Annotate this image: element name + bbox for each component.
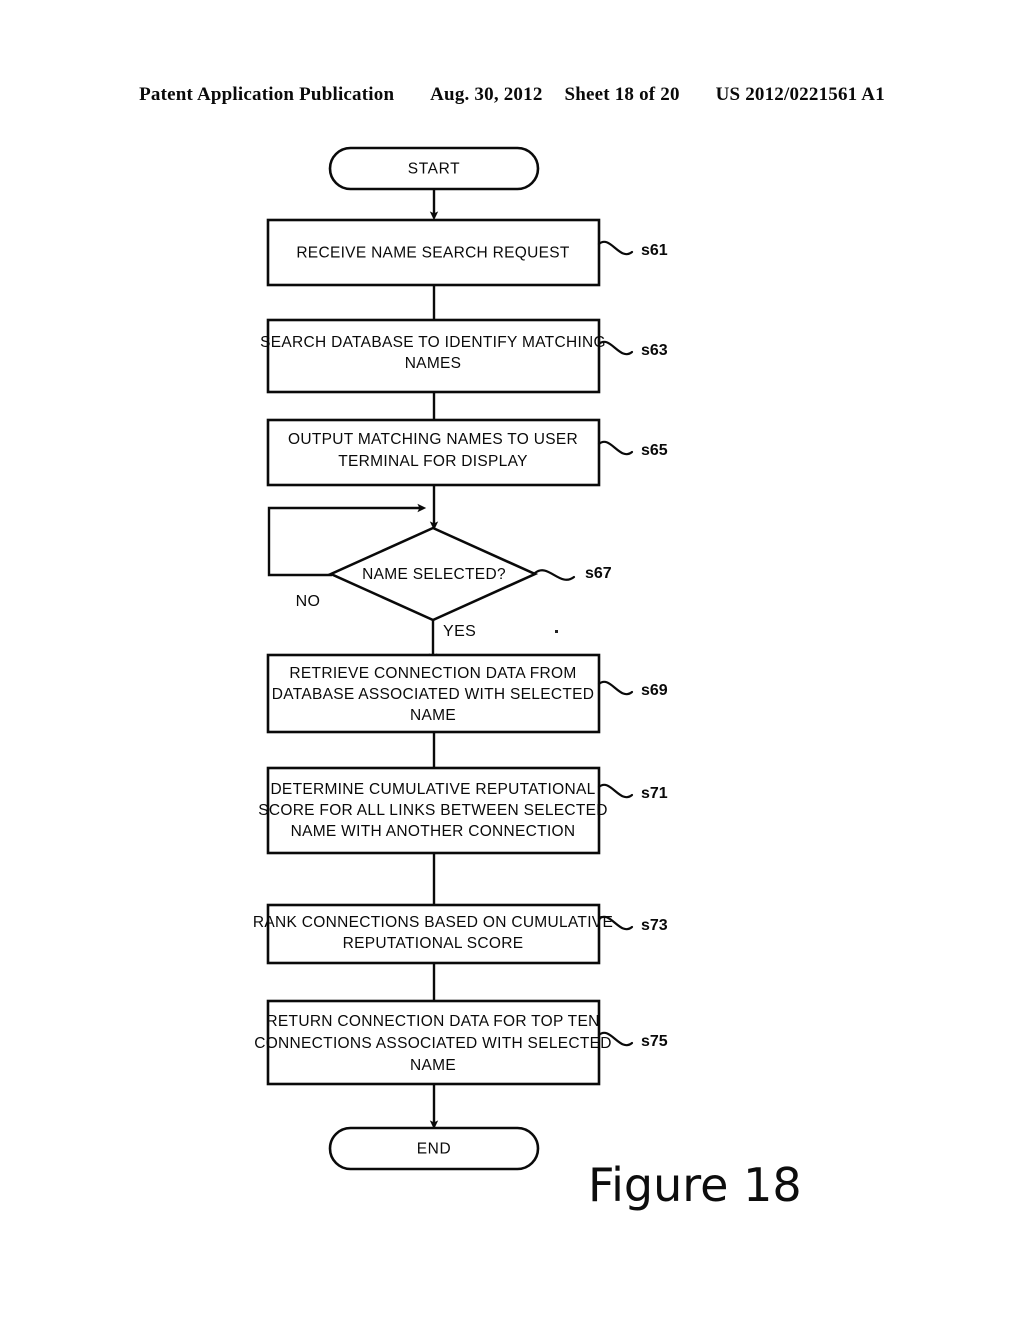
step-ref-s65: s65	[641, 442, 668, 459]
leader-s67	[533, 569, 576, 581]
flow-node-s65: OUTPUT MATCHING NAMES TO USER TERMINAL F…	[266, 418, 601, 487]
end-node-label: END	[417, 1141, 452, 1158]
branch-label-no: NO	[296, 593, 321, 610]
flow-node-s61: RECEIVE NAME SEARCH REQUEST	[266, 218, 601, 287]
flow-node-s63: SEARCH DATABASE TO IDENTIFY MATCHING NAM…	[260, 318, 606, 394]
step-ref-s73: s73	[641, 917, 668, 934]
flow-node-end: END	[328, 1126, 540, 1171]
scan-artifact-speck	[555, 630, 558, 633]
flow-node-s73: RANK CONNECTIONS BASED ON CUMULATIVE REP…	[253, 903, 613, 965]
branch-label-yes: YES	[443, 623, 476, 640]
s69-text-line-2: DATABASE ASSOCIATED WITH SELECTED	[272, 686, 595, 703]
s65-text-line-1: OUTPUT MATCHING NAMES TO USER	[288, 431, 578, 448]
flow-node-decision-s67: NAME SELECTED?	[327, 526, 539, 622]
decision-label: NAME SELECTED?	[362, 566, 506, 583]
figure-caption: Figure 18	[588, 1158, 802, 1212]
s69-text-line-1: RETRIEVE CONNECTION DATA FROM	[289, 665, 576, 682]
leader-s71	[597, 783, 634, 799]
leader-s61	[597, 240, 634, 256]
step-ref-s67: s67	[585, 565, 612, 582]
s75-text-line-3: NAME	[410, 1057, 456, 1074]
s73-text-line-2: REPUTATIONAL SCORE	[343, 935, 524, 952]
step-ref-s63: s63	[641, 342, 668, 359]
s71-text-line-3: NAME WITH ANOTHER CONNECTION	[291, 823, 576, 840]
s71-text-line-2: SCORE FOR ALL LINKS BETWEEN SELECTED	[258, 802, 608, 819]
s71-text-line-1: DETERMINE CUMULATIVE REPUTATIONAL	[270, 781, 595, 798]
flowchart-diagram: START RECEIVE NAME SEARCH REQUEST s61 SE…	[0, 0, 1024, 1320]
flow-node-s69: RETRIEVE CONNECTION DATA FROM DATABASE A…	[266, 653, 601, 734]
step-ref-s75: s75	[641, 1033, 668, 1050]
s73-text-line-1: RANK CONNECTIONS BASED ON CUMULATIVE	[253, 914, 613, 931]
flow-node-s71: DETERMINE CUMULATIVE REPUTATIONAL SCORE …	[258, 766, 608, 855]
s65-text-line-2: TERMINAL FOR DISPLAY	[338, 453, 527, 470]
step-ref-s69: s69	[641, 682, 668, 699]
flow-node-s75: RETURN CONNECTION DATA FOR TOP TEN CONNE…	[254, 999, 612, 1086]
leader-s69	[597, 680, 634, 696]
s63-text-line-2: NAMES	[405, 355, 462, 372]
s75-text-line-2: CONNECTIONS ASSOCIATED WITH SELECTED	[254, 1035, 612, 1052]
s61-text-line-1: RECEIVE NAME SEARCH REQUEST	[296, 245, 570, 262]
flow-node-start: START	[328, 146, 540, 191]
step-ref-s71: s71	[641, 785, 668, 802]
s75-text-line-1: RETURN CONNECTION DATA FOR TOP TEN	[266, 1013, 599, 1030]
step-ref-s61: s61	[641, 242, 668, 259]
start-node-label: START	[408, 161, 460, 178]
s69-text-line-3: NAME	[410, 707, 456, 724]
leader-s65	[597, 440, 634, 456]
s63-text-line-1: SEARCH DATABASE TO IDENTIFY MATCHING	[260, 334, 606, 351]
